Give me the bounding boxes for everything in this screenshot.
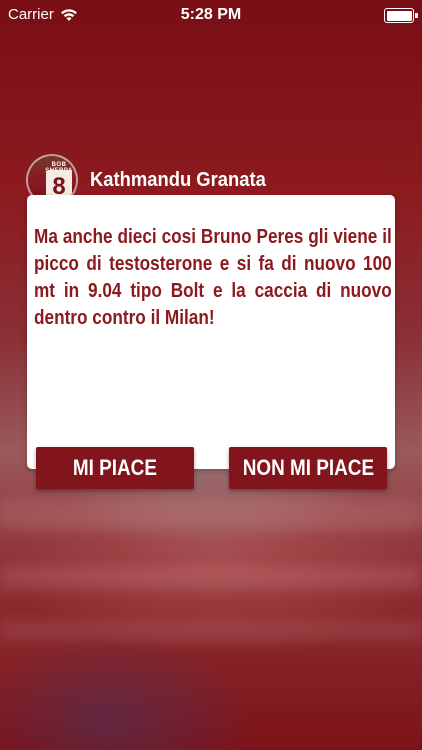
author-name[interactable]: Kathmandu Granata (90, 169, 266, 192)
like-button[interactable]: MI PIACE (36, 447, 194, 489)
message-text: Ma anche dieci cosi Bruno Peres gli vien… (34, 226, 392, 329)
battery-icon (384, 8, 418, 23)
like-button-label: MI PIACE (72, 455, 158, 480)
dislike-button[interactable]: NON MI PIACE (229, 447, 387, 489)
status-bar: Carrier 5:28 PM (0, 0, 422, 32)
dislike-button-label: NON MI PIACE (242, 455, 374, 480)
clock: 5:28 PM (180, 6, 242, 23)
